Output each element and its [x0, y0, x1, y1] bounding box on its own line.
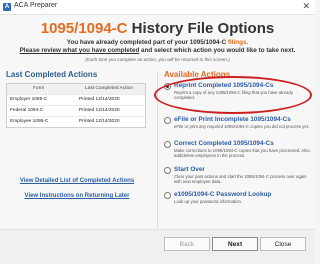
back-button[interactable]: Back	[164, 237, 210, 251]
close-window-icon[interactable]: ✕	[302, 1, 310, 12]
table-cell-form: Federal 1094-C	[10, 108, 44, 113]
intro-line-2: Please review what you have completed an…	[0, 47, 315, 54]
available-section-title: Available Actions	[164, 70, 231, 79]
page-title-form-code: 1095/1094-C	[40, 20, 128, 37]
window-title: ACA Preparer	[14, 2, 58, 9]
radio-password-lookup[interactable]	[164, 192, 171, 199]
page-title-text: History File Options	[127, 20, 275, 37]
radio-correct[interactable]	[164, 141, 171, 148]
table-cell-action: Printed 12/14/2020	[79, 97, 120, 102]
intro-note: (Each time you complete an action, you w…	[85, 57, 230, 62]
action-start-over-label[interactable]: Start Over	[174, 166, 205, 173]
action-correct-desc: Make corrections to 1095/1094-C copies t…	[174, 148, 311, 158]
table-cell-action: Printed 12/14/2020	[79, 119, 120, 124]
radio-reprint[interactable]	[164, 83, 171, 90]
table-row: Federal 1094-C Printed 12/14/2020	[7, 106, 145, 117]
view-instructions-link[interactable]: View Instructions on Returning Later	[6, 193, 148, 199]
intro-line-1-text: You have already completed part of your …	[66, 39, 228, 46]
table-row: Employee 1095-C Printed 12/14/2020	[7, 117, 145, 127]
close-button[interactable]: Close	[260, 237, 306, 251]
intro-line-1: You have already completed part of your …	[0, 39, 315, 46]
action-start-over-desc: Clear your past actions and start the 10…	[174, 174, 307, 184]
page-title: 1095/1094-C History File Options	[0, 20, 315, 37]
action-efile-desc: eFile or print any required 1095/1094-C …	[174, 124, 310, 129]
action-password-lookup-label[interactable]: e1095/1094-C Password Lookup	[174, 191, 271, 198]
radio-efile[interactable]	[164, 117, 171, 124]
app-icon: A	[3, 3, 11, 11]
intro-line-1-highlight: filings.	[227, 39, 249, 46]
table-header-row: Form Last Completed Action	[7, 84, 145, 95]
section-divider	[157, 71, 158, 251]
radio-start-over[interactable]	[164, 167, 171, 174]
intro-line-2-underlined: Please review what you have completed	[19, 47, 140, 54]
intro-line-2-text: and select which action you would like t…	[139, 47, 296, 54]
action-password-lookup-desc: Look up your password information.	[174, 199, 243, 204]
action-reprint-label[interactable]: Reprint Completed 1095/1094-Cs	[174, 82, 273, 89]
table-cell-action: Printed 12/14/2020	[79, 108, 120, 113]
action-efile-label[interactable]: eFile or Print Incomplete 1095/1094-Cs	[174, 116, 291, 123]
completed-section-title: Last Completed Actions	[6, 70, 98, 79]
table-header-action: Last Completed Action	[85, 86, 133, 91]
table-cell-form: Employee 1095-C	[10, 119, 49, 124]
table-header-form: Form	[33, 86, 45, 91]
footer-bar: Back Next Close	[0, 229, 315, 264]
completed-actions-table: Form Last Completed Action Employer 1095…	[6, 83, 146, 128]
action-reprint-desc: Reprint a copy of any 1095/1094-C filing…	[174, 90, 293, 100]
view-detailed-list-link[interactable]: View Detailed List of Completed Actions	[6, 178, 148, 184]
action-correct-label[interactable]: Correct Completed 1095/1094-Cs	[174, 140, 274, 147]
main-content: 1095/1094-C History File Options You hav…	[0, 15, 315, 263]
next-button[interactable]: Next	[212, 237, 258, 251]
title-bar: A ACA Preparer ✕	[0, 0, 315, 15]
table-cell-form: Employer 1095-C	[10, 97, 48, 102]
table-row: Employer 1095-C Printed 12/14/2020	[7, 95, 145, 106]
